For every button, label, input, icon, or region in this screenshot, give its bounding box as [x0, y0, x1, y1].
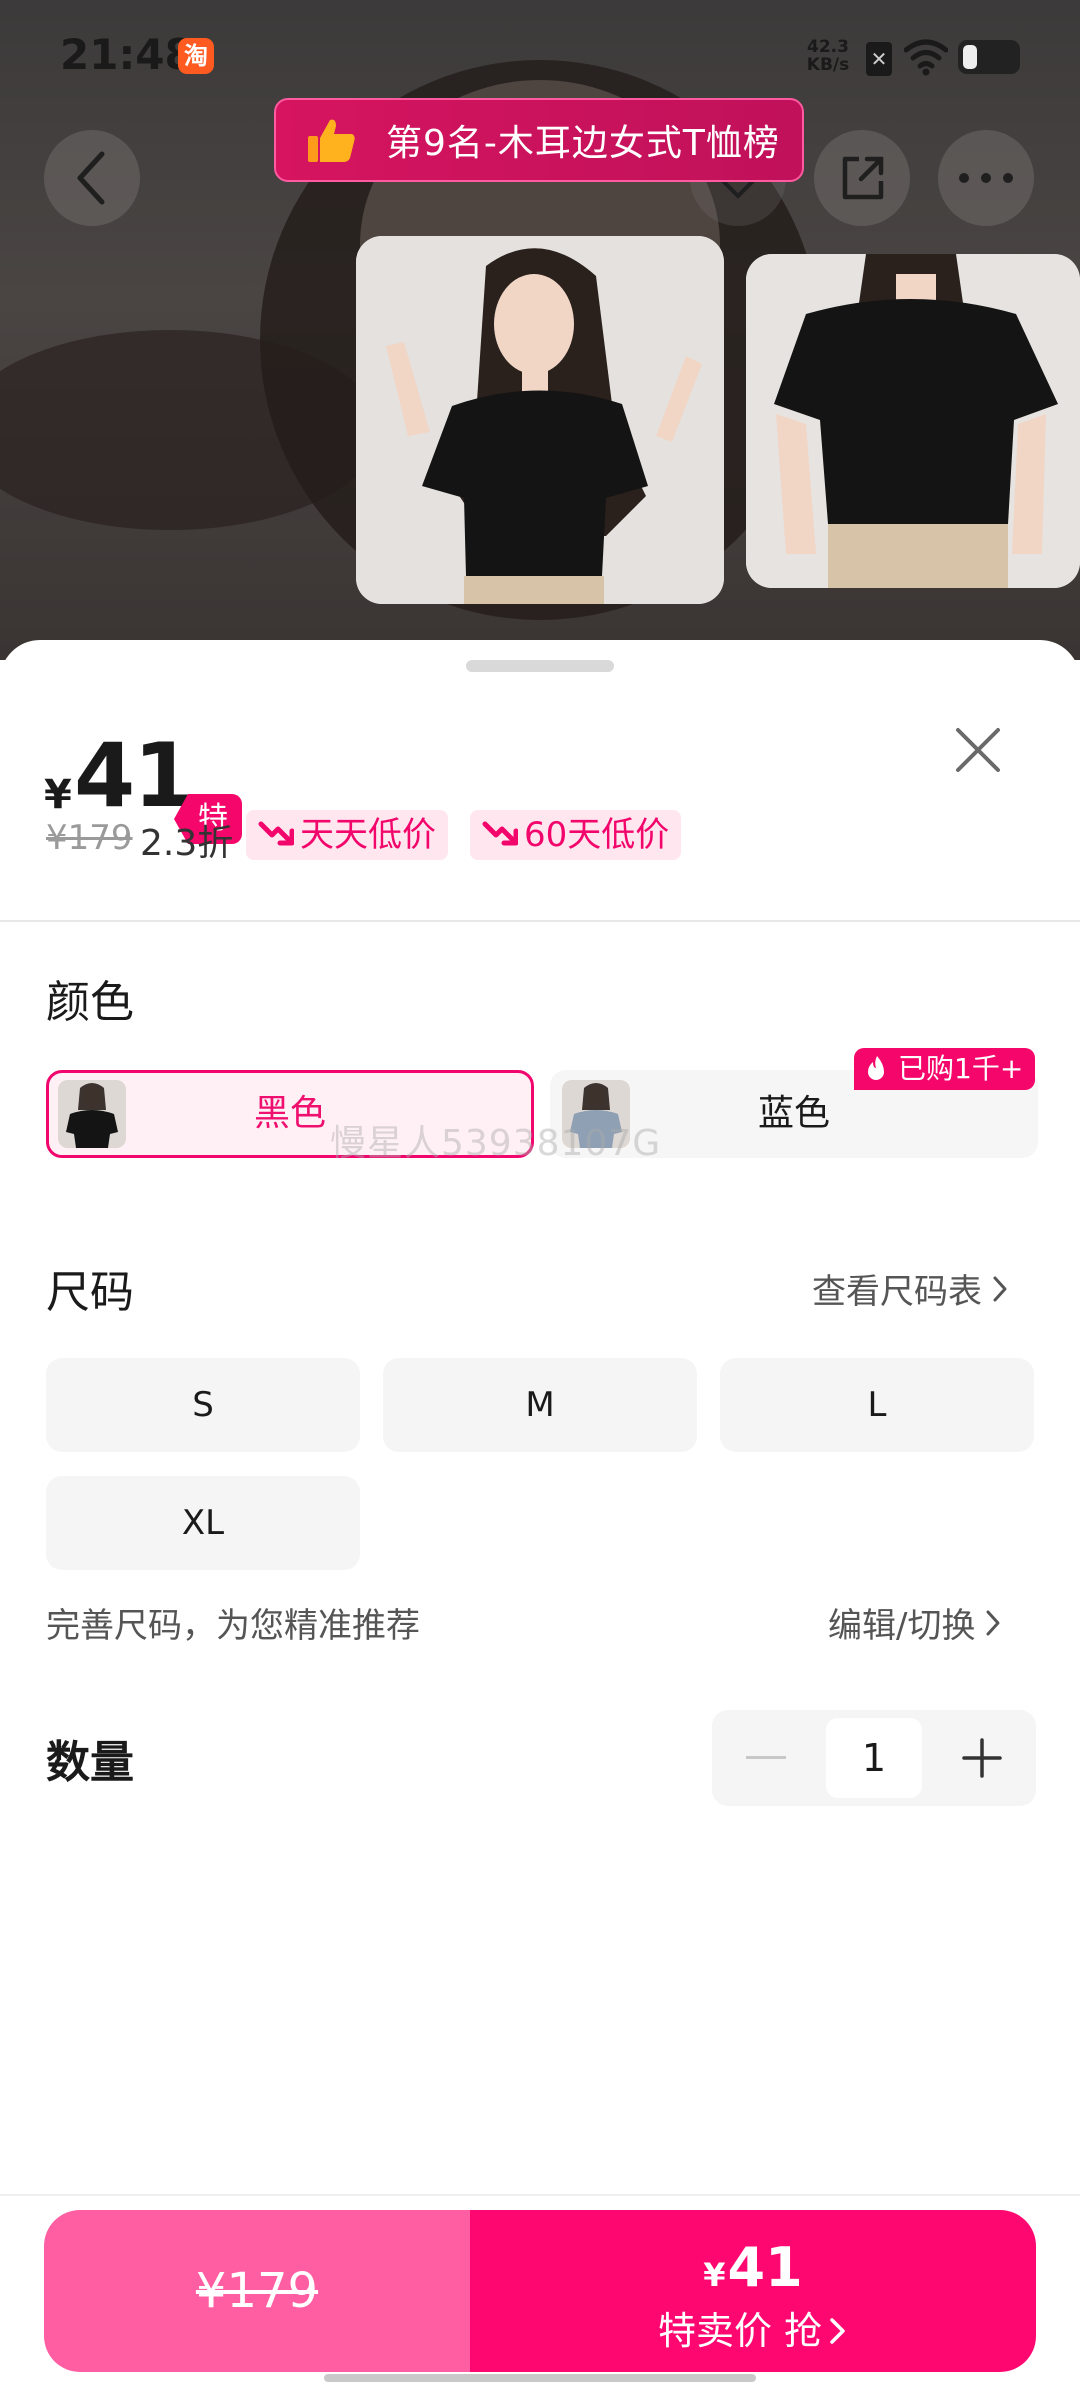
divider	[0, 920, 1080, 922]
chevron-left-icon	[77, 151, 105, 205]
chevron-right-icon	[993, 1276, 1007, 1302]
taobao-app-icon: 淘	[178, 38, 214, 74]
home-indicator[interactable]	[324, 2374, 756, 2382]
buy-now-label-text: 特卖价 抢	[657, 2309, 823, 2353]
sheet-grabber[interactable]	[466, 660, 614, 672]
60-day-low-price-badge: 60天低价	[470, 810, 682, 860]
decrease-quantity-button[interactable]	[712, 1710, 820, 1806]
purchased-count-badge: 已购1千+	[854, 1048, 1036, 1090]
more-dots-icon	[959, 173, 1013, 183]
buy-price-currency: ¥	[703, 2256, 726, 2294]
back-button[interactable]	[44, 130, 140, 226]
product-photo[interactable]	[356, 236, 724, 604]
network-speed-unit: KB/s	[806, 55, 850, 75]
buy-now-button[interactable]: ¥41 特卖价 抢	[470, 2210, 1036, 2372]
clock: 21:48	[60, 30, 194, 79]
ranking-banner[interactable]: 第9名-木耳边女式T恤榜	[274, 98, 804, 182]
edit-size-link[interactable]: 编辑/切换	[828, 1598, 1001, 1647]
size-chart-link[interactable]: 查看尺码表	[812, 1264, 1008, 1313]
size-option-m[interactable]: M	[383, 1358, 697, 1452]
size-option-l[interactable]: L	[720, 1358, 1034, 1452]
buy-now-label: 特卖价 抢	[470, 2300, 1036, 2355]
color-section-title: 颜色	[46, 977, 134, 1028]
ranking-banner-text: 第9名-木耳边女式T恤榜	[386, 123, 780, 164]
battery-icon	[958, 40, 1020, 74]
minus-icon	[746, 1756, 786, 1759]
currency-symbol: ¥	[44, 772, 72, 818]
quantity-value[interactable]: 1	[826, 1718, 922, 1798]
product-preview-area: 21:48 淘 42.3 KB/s ✕ 第9名-木耳边女式T恤榜	[0, 0, 1080, 660]
user-watermark: 慢星人53938107G	[330, 1123, 662, 1164]
plus-icon	[962, 1738, 1002, 1778]
size-option-s[interactable]: S	[46, 1358, 360, 1452]
size-recommendation-tip: 完善尺码，为您精准推荐	[46, 1606, 420, 1646]
size-chart-link-text: 查看尺码表	[812, 1272, 982, 1312]
daily-low-price-text: 天天低价	[300, 815, 436, 855]
quantity-stepper: 1	[712, 1710, 1036, 1806]
wifi-icon	[904, 39, 948, 76]
discount-rate: 2.3折	[140, 823, 234, 864]
purchased-count-text: 已购1千+	[898, 1052, 1024, 1085]
product-photo[interactable]	[746, 254, 1080, 588]
flame-icon	[868, 1056, 884, 1080]
original-price-button[interactable]: ¥179	[44, 2210, 470, 2372]
share-button[interactable]	[814, 130, 910, 226]
network-speed-value: 42.3	[807, 37, 849, 57]
no-sim-icon: ✕	[866, 42, 892, 76]
model-photo-image	[746, 254, 1080, 588]
chevron-right-icon	[830, 2318, 845, 2344]
chevron-right-icon	[986, 1610, 1000, 1636]
trend-down-icon	[482, 821, 518, 846]
quantity-section-title: 数量	[46, 1737, 134, 1788]
thumbs-up-icon	[308, 119, 355, 162]
network-speed: 42.3 KB/s	[800, 38, 856, 74]
more-button[interactable]	[938, 130, 1034, 226]
close-icon[interactable]	[946, 718, 1010, 782]
trend-down-icon	[258, 821, 294, 846]
model-photo-image	[356, 236, 724, 604]
buy-price-value: 41	[727, 2236, 803, 2299]
increase-quantity-button[interactable]	[928, 1710, 1036, 1806]
share-icon	[842, 156, 884, 200]
size-option-xl[interactable]: XL	[46, 1476, 360, 1570]
60-day-low-price-text: 60天低价	[524, 815, 670, 855]
size-section-title: 尺码	[46, 1267, 134, 1318]
original-price: ¥179	[46, 818, 133, 858]
sku-selection-sheet: ¥ 41 特卖价 ¥179 2.3折 天天低价 60天低价 颜色 黑色 蓝色 已…	[0, 640, 1080, 2388]
daily-low-price-badge: 天天低价	[246, 810, 448, 860]
divider	[0, 2194, 1080, 2196]
purchase-bar: ¥179 ¥41 特卖价 抢	[44, 2210, 1036, 2372]
current-price: 41	[74, 724, 194, 827]
edit-size-link-text: 编辑/切换	[828, 1606, 976, 1646]
buy-price: ¥41	[470, 2236, 1036, 2299]
